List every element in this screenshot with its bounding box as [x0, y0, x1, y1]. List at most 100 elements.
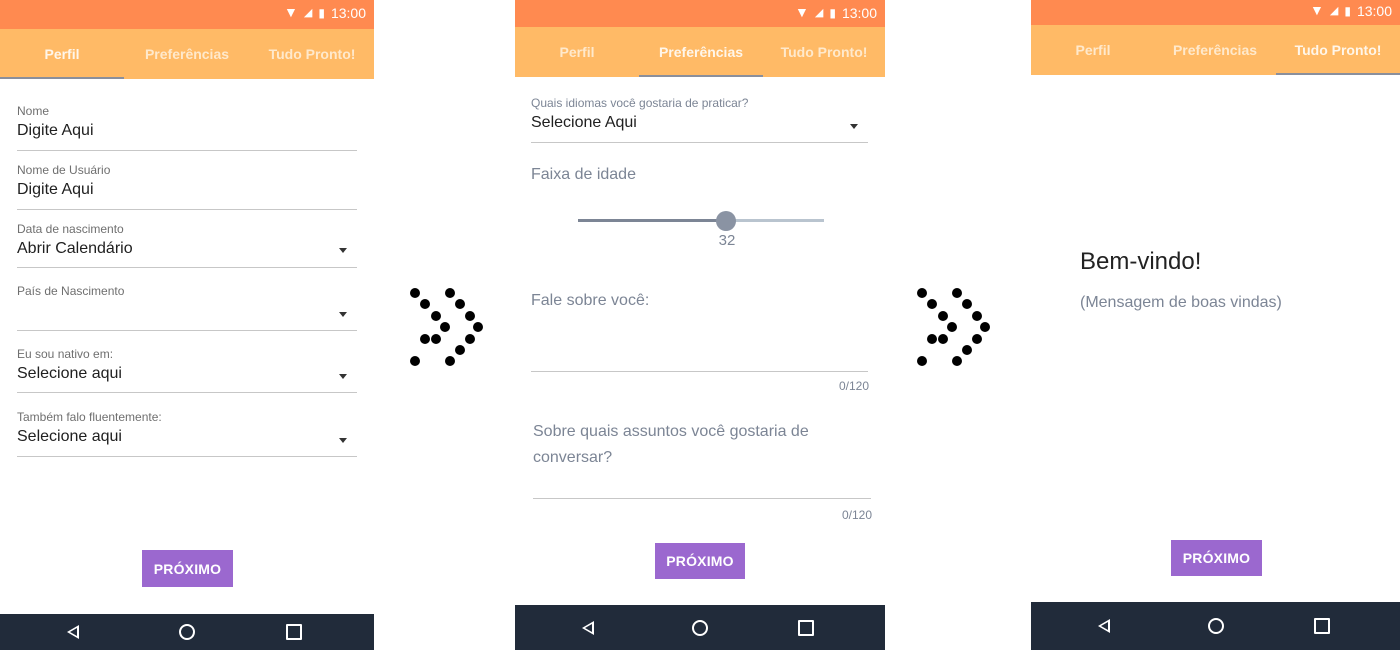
- age-slider-track[interactable]: [578, 219, 824, 222]
- birthdate-value[interactable]: Abrir Calendário: [17, 240, 357, 258]
- birth-country-field[interactable]: País de Nascimento: [17, 284, 357, 331]
- name-input[interactable]: Digite Aqui: [17, 122, 357, 140]
- age-value: 32: [718, 232, 736, 249]
- recents-icon[interactable]: [286, 624, 302, 640]
- tab-preferencias[interactable]: Preferências: [125, 29, 249, 79]
- fluent-languages-value[interactable]: Selecione aqui: [17, 428, 357, 446]
- next-button[interactable]: PRÓXIMO: [142, 550, 233, 587]
- tab-label: Preferências: [1172, 42, 1258, 58]
- topics-counter: 0/120: [841, 508, 872, 522]
- screen-profile: ▼ ◢ ▮ 13:00 Perfil Preferências Tudo Pro…: [0, 0, 374, 650]
- home-icon[interactable]: [692, 619, 708, 636]
- welcome-message: (Mensagem de boas vindas): [1080, 294, 1282, 311]
- tab-bar: Perfil Preferências Tudo Pronto!: [515, 27, 885, 77]
- fluent-languages-field[interactable]: Também falo fluentemente: Selecione aqui: [17, 410, 357, 457]
- tab-tudo-pronto[interactable]: Tudo Pronto!: [250, 29, 374, 79]
- status-bar: ▼ ◢ ▮ 13:00: [1031, 0, 1400, 25]
- practice-languages-label: Quais idiomas você gostaria de praticar?: [531, 96, 749, 110]
- chevron-down-icon: [339, 438, 347, 443]
- battery-icon: ▮: [318, 5, 325, 20]
- signal-icon: ◢: [1329, 4, 1339, 17]
- age-slider-fill: [578, 219, 726, 222]
- field-underline: [17, 267, 357, 268]
- tab-indicator: [0, 77, 124, 79]
- field-underline: [17, 209, 357, 210]
- tab-label: Preferências: [658, 44, 744, 60]
- native-language-label: Eu sou nativo em:: [17, 347, 114, 361]
- tab-preferencias[interactable]: Preferências: [1153, 25, 1277, 75]
- back-icon[interactable]: [67, 625, 79, 639]
- field-underline: [17, 150, 357, 151]
- age-range-label: Faixa de idade: [531, 166, 636, 183]
- tab-bar: Perfil Preferências Tudo Pronto!: [0, 29, 374, 79]
- field-underline: [17, 456, 357, 457]
- topics-label: Sobre quais assuntos você gostaria de co…: [533, 423, 809, 466]
- wifi-icon: ▼: [1310, 3, 1324, 19]
- tab-tudo-pronto[interactable]: Tudo Pronto!: [762, 27, 885, 77]
- tab-label: Perfil: [1075, 42, 1111, 58]
- username-label: Nome de Usuário: [17, 163, 111, 177]
- screen-preferences: ▼ ◢ ▮ 13:00 Perfil Preferências Tudo Pro…: [515, 0, 885, 650]
- tab-perfil[interactable]: Perfil: [515, 27, 639, 77]
- status-bar: ▼ ◢ ▮ 13:00: [0, 0, 374, 29]
- birthdate-label: Data de nascimento: [17, 222, 124, 236]
- name-field[interactable]: Nome Digite Aqui: [17, 104, 357, 151]
- battery-icon: ▮: [1344, 3, 1351, 18]
- recents-icon[interactable]: [798, 619, 814, 636]
- birth-country-label: País de Nascimento: [17, 284, 125, 298]
- screen-all-set: ▼ ◢ ▮ 13:00 Perfil Preferências Tudo Pro…: [1031, 0, 1400, 650]
- native-language-value[interactable]: Selecione aqui: [17, 365, 357, 383]
- about-label: Fale sobre você:: [531, 292, 650, 309]
- tab-indicator: [639, 75, 763, 77]
- chevron-down-icon: [339, 374, 347, 379]
- tab-preferencias[interactable]: Preferências: [639, 27, 763, 77]
- tab-perfil[interactable]: Perfil: [0, 29, 124, 79]
- wifi-icon: ▼: [284, 5, 298, 21]
- name-label: Nome: [17, 104, 50, 118]
- recents-icon[interactable]: [1314, 618, 1330, 634]
- back-icon[interactable]: [582, 620, 594, 635]
- fluent-languages-label: Também falo fluentemente:: [17, 410, 162, 424]
- tab-label: Perfil: [44, 46, 80, 62]
- next-button[interactable]: PRÓXIMO: [655, 543, 745, 579]
- chevron-right-dotted-icon: [917, 288, 992, 368]
- chevron-right-dotted-icon: [410, 288, 485, 368]
- practice-languages-field[interactable]: Quais idiomas você gostaria de praticar?…: [531, 96, 868, 143]
- android-nav-bar: [0, 614, 374, 650]
- practice-languages-value[interactable]: Selecione Aqui: [531, 114, 868, 132]
- home-icon[interactable]: [179, 624, 195, 640]
- signal-icon: ◢: [814, 6, 824, 19]
- tab-label: Tudo Pronto!: [1294, 42, 1382, 58]
- birthdate-field[interactable]: Data de nascimento Abrir Calendário: [17, 222, 357, 268]
- chevron-down-icon: [339, 312, 347, 317]
- tab-label: Tudo Pronto!: [268, 46, 356, 62]
- age-slider-thumb[interactable]: [716, 211, 736, 231]
- username-input[interactable]: Digite Aqui: [17, 181, 357, 199]
- field-underline: [17, 330, 357, 331]
- status-bar: ▼ ◢ ▮ 13:00: [515, 0, 885, 27]
- tab-perfil[interactable]: Perfil: [1031, 25, 1155, 75]
- topics-textarea[interactable]: [533, 498, 871, 499]
- tab-bar: Perfil Preferências Tudo Pronto!: [1031, 25, 1400, 75]
- status-time: 13:00: [1356, 2, 1392, 19]
- tab-label: Tudo Pronto!: [780, 44, 868, 60]
- chevron-down-icon: [850, 124, 858, 129]
- battery-icon: ▮: [829, 5, 836, 20]
- back-icon[interactable]: [1098, 619, 1110, 633]
- about-counter: 0/120: [838, 379, 869, 393]
- tab-label: Preferências: [144, 46, 230, 62]
- about-textarea[interactable]: [531, 371, 868, 372]
- status-time: 13:00: [330, 4, 366, 21]
- signal-icon: ◢: [303, 6, 313, 19]
- next-button[interactable]: PRÓXIMO: [1171, 540, 1262, 576]
- tab-tudo-pronto[interactable]: Tudo Pronto!: [1276, 25, 1400, 75]
- status-time: 13:00: [841, 4, 877, 21]
- username-field[interactable]: Nome de Usuário Digite Aqui: [17, 163, 357, 210]
- native-language-field[interactable]: Eu sou nativo em: Selecione aqui: [17, 347, 357, 393]
- home-icon[interactable]: [1208, 618, 1224, 634]
- tab-label: Perfil: [559, 44, 595, 60]
- welcome-title: Bem-vindo!: [1080, 248, 1202, 275]
- field-underline: [17, 392, 357, 393]
- wifi-icon: ▼: [795, 5, 809, 21]
- tab-indicator: [1276, 73, 1400, 75]
